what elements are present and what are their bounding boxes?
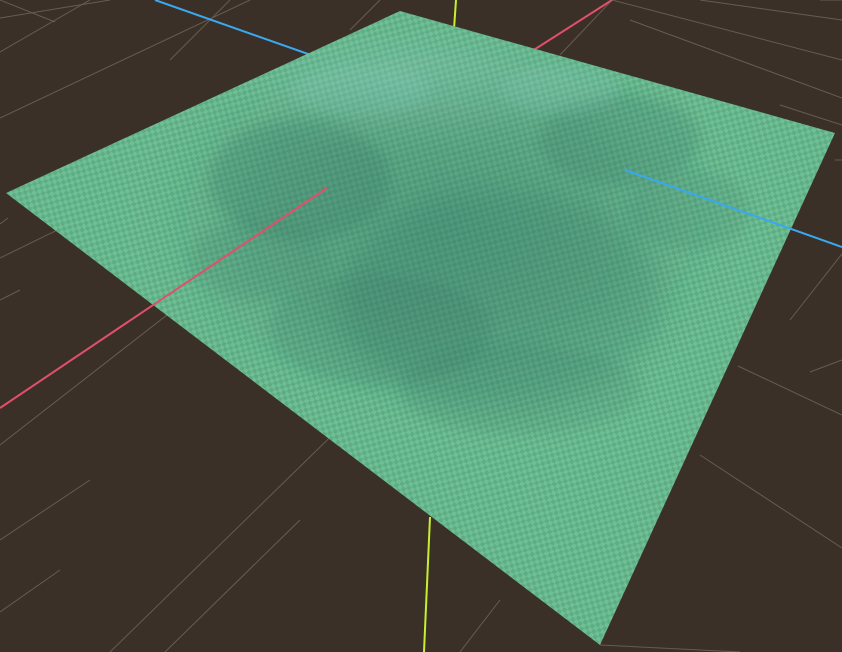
scene-canvas[interactable] xyxy=(0,0,842,652)
3d-viewport[interactable] xyxy=(0,0,842,652)
